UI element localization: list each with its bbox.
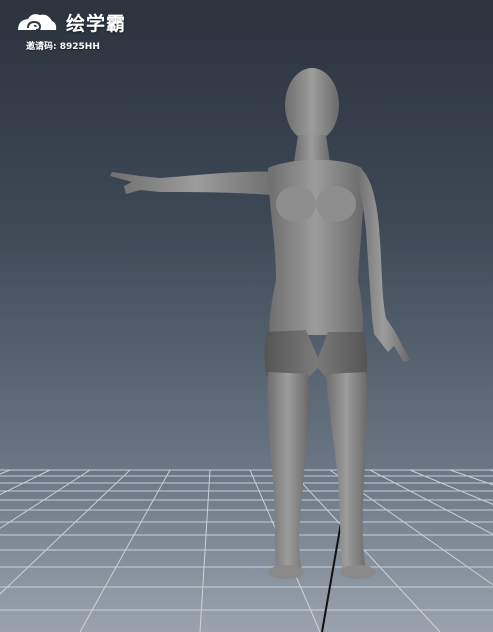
invite-code-line: 邀请码: 8925HH xyxy=(26,41,100,53)
maya-viewport[interactable]: 绘学霸 邀请码: 8925HH xyxy=(0,0,493,632)
brand-name: 绘学霸 xyxy=(66,13,127,35)
cloud-logo-icon xyxy=(18,14,57,31)
mannequin-figure[interactable] xyxy=(0,0,493,632)
invite-label: 邀请码: xyxy=(26,42,57,52)
watermark: 绘学霸 邀请码: 8925HH xyxy=(14,10,154,60)
invite-code: 8925HH xyxy=(59,42,100,52)
